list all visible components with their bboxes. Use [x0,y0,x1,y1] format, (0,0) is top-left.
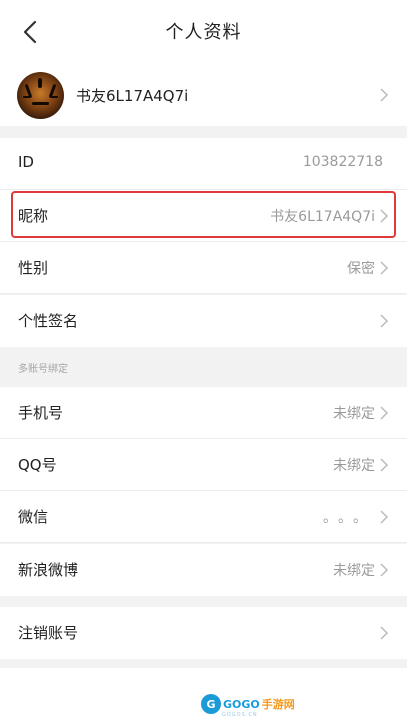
wechat-row[interactable]: 微信 。。。 [0,491,407,543]
weibo-value: 未绑定 [333,563,375,579]
divider [0,293,407,294]
chevron-right-icon [380,458,389,472]
nav-header: 个人资料 [0,0,407,64]
signature-row[interactable]: 个性签名 [0,295,407,347]
chevron-right-icon [380,88,389,102]
watermark-brand-b: 手游网 [261,698,295,711]
section-header-label: 多账号绑定 [18,364,68,375]
phone-label: 手机号 [18,404,64,422]
id-value: 103822718 [302,154,383,170]
phone-row[interactable]: 手机号 未绑定 [0,387,407,439]
profile-name: 书友6L17A4Q7i [76,87,189,105]
qq-label: QQ号 [18,456,57,474]
avatar[interactable] [17,72,64,119]
weibo-label: 新浪微博 [18,561,79,579]
profile-page: 个人资料 书友6L17A4Q7i ID 103822718 昵称 书友6L17A… [0,0,407,724]
profile-row[interactable]: 书友6L17A4Q7i [0,64,407,126]
chevron-right-icon [380,626,389,640]
id-row: ID 103822718 [0,138,407,190]
gender-label: 性别 [18,259,49,277]
section-header-binding: 多账号绑定 [0,347,407,387]
highlight-box [11,191,396,238]
chevron-right-icon [380,510,389,524]
phone-value: 未绑定 [333,406,375,422]
page-title: 个人资料 [165,22,242,43]
id-label: ID [18,153,34,171]
divider [0,542,407,543]
chevron-right-icon [380,563,389,577]
logo-icon: G [201,694,221,714]
qq-value: 未绑定 [333,458,375,474]
wechat-value: 。。。 [323,510,375,526]
deactivate-account-label: 注销账号 [18,624,79,642]
chevron-right-icon [380,314,389,328]
signature-label: 个性签名 [18,312,79,330]
watermark-brand-a: GOGO [223,697,260,711]
chevron-right-icon [380,261,389,275]
weibo-row[interactable]: 新浪微博 未绑定 [0,544,407,596]
deactivate-account-row[interactable]: 注销账号 [0,607,407,659]
watermark-sub: GOGOS.CN [222,712,258,718]
gender-value: 保密 [347,261,375,277]
chevron-right-icon [380,406,389,420]
gender-row[interactable]: 性别 保密 [0,242,407,294]
wechat-label: 微信 [18,508,49,526]
qq-row[interactable]: QQ号 未绑定 [0,439,407,491]
